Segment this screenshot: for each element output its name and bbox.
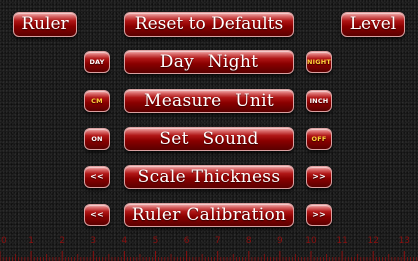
ruler-label: 1 (28, 236, 34, 246)
reset-to-defaults-button[interactable]: Reset to Defaults (124, 12, 294, 37)
ruler-label: 13 (399, 236, 410, 246)
scale-thickness-increase-button[interactable]: >> (306, 166, 332, 188)
ruler-calibration-button[interactable]: Ruler Calibration (124, 203, 294, 227)
ruler-label: 5 (153, 236, 159, 246)
ruler-button[interactable]: Ruler (13, 12, 77, 37)
ruler-label: 0 (1, 236, 7, 246)
day-night-button[interactable]: Day Night (124, 50, 294, 74)
set-sound-button[interactable]: Set Sound (124, 127, 294, 151)
ruler-scale: 0 1 2 3 4 5 6 7 8 9 10 11 12 13 (0, 228, 418, 261)
ruler-label: 2 (59, 236, 65, 246)
level-button[interactable]: Level (341, 12, 405, 37)
night-button[interactable]: NIGHT (306, 51, 332, 73)
calibration-increase-button[interactable]: >> (306, 204, 332, 226)
ruler-label: 12 (367, 236, 378, 246)
sound-on-button[interactable]: ON (84, 128, 110, 150)
scale-thickness-button[interactable]: Scale Thickness (124, 165, 294, 189)
ruler-label: 7 (215, 236, 221, 246)
ruler-label: 10 (305, 236, 317, 246)
day-button[interactable]: DAY (84, 51, 110, 73)
sound-off-button[interactable]: OFF (306, 128, 332, 150)
ruler-label: 3 (90, 236, 96, 246)
ruler-svg: 0 1 2 3 4 5 6 7 8 9 10 11 12 13 (0, 236, 418, 261)
ruler-label: 9 (277, 236, 283, 246)
measure-unit-button[interactable]: Measure Unit (124, 89, 294, 113)
calibration-decrease-button[interactable]: << (84, 204, 110, 226)
scale-thickness-decrease-button[interactable]: << (84, 166, 110, 188)
inch-button[interactable]: INCH (306, 90, 332, 112)
ruler-label: 8 (246, 236, 252, 246)
ruler-label: 11 (336, 236, 347, 246)
cm-button[interactable]: CM (84, 90, 110, 112)
ruler-label: 4 (122, 236, 128, 246)
ruler-label: 6 (184, 236, 190, 246)
